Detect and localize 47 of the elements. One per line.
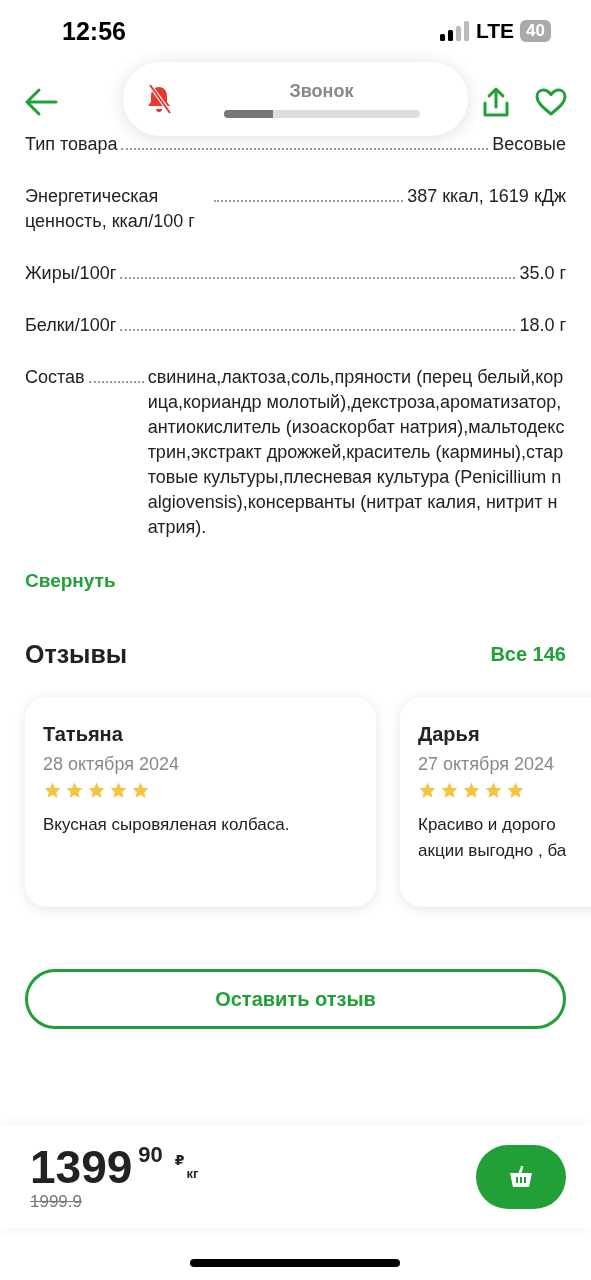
- star-icon: [462, 781, 481, 800]
- leave-review-button[interactable]: Оставить отзыв: [25, 969, 566, 1029]
- star-icon: [418, 781, 437, 800]
- all-reviews-link[interactable]: Все 146: [490, 643, 566, 666]
- review-author: Татьяна: [43, 723, 124, 746]
- star-icon: [109, 781, 128, 800]
- spec-label: Белки/100г: [25, 314, 117, 337]
- spec-label: Энергетическая ценность, ккал/100 г: [25, 185, 196, 233]
- old-price: 1999.9: [30, 1191, 83, 1212]
- status-time: 12:56: [62, 16, 126, 46]
- star-icon: [43, 781, 62, 800]
- star-icon: [440, 781, 459, 800]
- spec-value: свинина,лактоза,соль,пряности (перец белый,корица,кориандр молотый),декстроза,ароматизатор,антиокислитель (изоаскорбат натрия),мальтодекстрин,экстракт дрожжей,краситель (кармины),стартовые культуры,плесневая культура (Penicillium nalgiovensis),консерванты (нитрат калия, нитрит натрия).: [147, 366, 566, 539]
- star-icon: [131, 781, 150, 800]
- star-icon: [87, 781, 106, 800]
- collapse-link[interactable]: Свернуть: [25, 570, 566, 592]
- back-arrow-icon[interactable]: [24, 87, 58, 117]
- signal-icon: [439, 21, 470, 41]
- price: 1399: [30, 1141, 133, 1192]
- review-text: Вкусная сыровяленая колбаса.: [43, 814, 291, 836]
- battery-level: 40: [520, 20, 551, 42]
- spec-label: Жиры/100г: [25, 262, 117, 285]
- share-icon[interactable]: [483, 86, 509, 118]
- heart-icon[interactable]: [535, 88, 567, 116]
- spec-value: 18.0 г: [519, 314, 566, 337]
- spec-label: Тип товара: [25, 133, 118, 156]
- spec-value: Весовые: [492, 133, 566, 156]
- spec-value: 35.0 г: [519, 262, 566, 285]
- review-date: 27 октября 2024: [418, 754, 555, 775]
- review-card[interactable]: Татьяна 28 октября 2024 Вкусная сыровяленая колбаса.: [25, 697, 376, 907]
- currency-sign: ₽: [174, 1151, 185, 1168]
- reviews-title: Отзывы: [25, 640, 128, 669]
- star-icon: [506, 781, 525, 800]
- star-icon: [65, 781, 84, 800]
- spec-value: 387 ккал, 1619 кДж: [407, 185, 566, 208]
- review-card[interactable]: Дарья 27 октября 2024 Красиво и дорого акции выгодно , ба: [400, 697, 591, 907]
- price-unit: кг: [186, 1165, 199, 1181]
- network-label: LTE: [475, 19, 515, 43]
- basket-icon: [509, 1165, 533, 1188]
- review-author: Дарья: [418, 723, 481, 746]
- volume-label: Звонок: [289, 80, 354, 102]
- price-cents: 90: [138, 1141, 163, 1168]
- star-icon: [484, 781, 503, 800]
- review-text: Красиво и дорого акции выгодно , ба: [418, 814, 568, 862]
- review-date: 28 октября 2024: [43, 754, 180, 775]
- muted-bell-icon: [145, 84, 173, 114]
- spec-label: Состав: [25, 366, 85, 389]
